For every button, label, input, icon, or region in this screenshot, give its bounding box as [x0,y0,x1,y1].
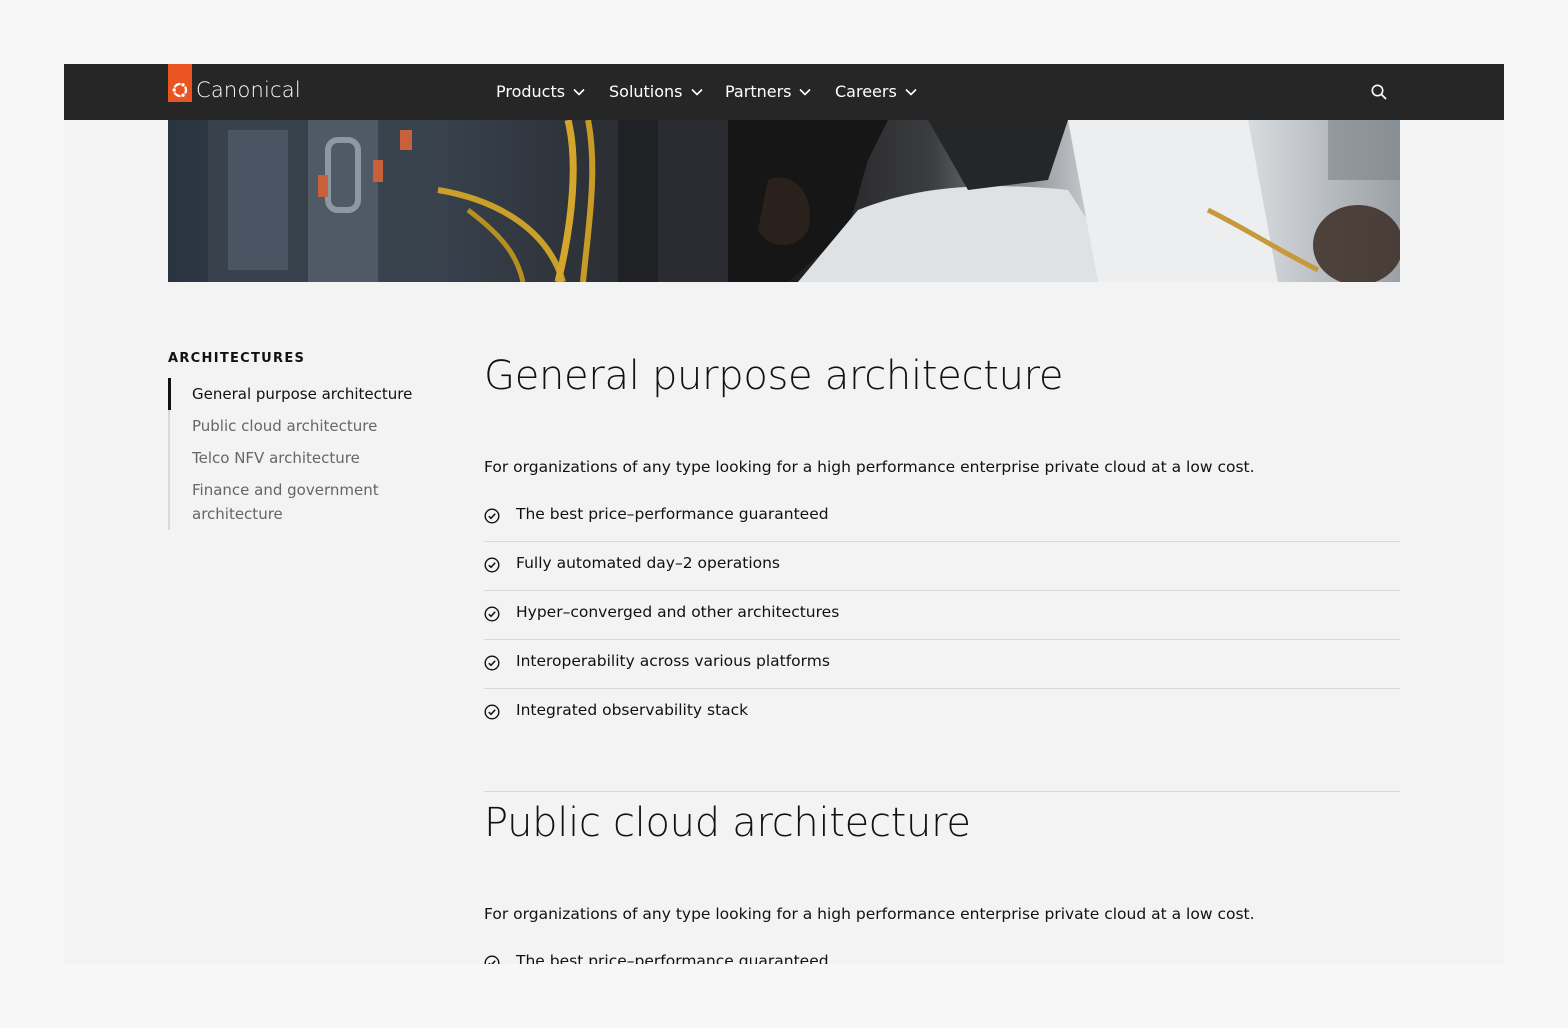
search-button[interactable] [1370,83,1388,106]
sidebar-item-telco-nfv[interactable]: Telco NFV architecture [192,446,422,470]
sidebar-item-general-purpose[interactable]: General purpose architecture [192,382,422,406]
sidebar-heading: ARCHITECTURES [168,351,306,366]
feature-list: The best price–performance guaranteed [484,940,1400,964]
feature-label: Integrated observability stack [516,701,749,719]
chevron-down-icon [799,88,812,96]
chevron-down-icon [573,88,585,96]
feature-label: Hyper–converged and other architectures [516,603,840,621]
sidebar-item-finance-government[interactable]: Finance and government architecture [192,478,392,526]
canonical-logo[interactable] [168,64,192,102]
check-circle-icon [484,557,500,573]
section-description: For organizations of any type looking fo… [484,905,1255,923]
top-navigation: Canonical Products Solutions Partners Ca… [64,64,1504,120]
section-divider [484,791,1400,792]
check-circle-icon [484,655,500,671]
chevron-down-icon [905,88,917,96]
list-item: Fully automated day–2 operations [484,542,1400,591]
list-item: Interoperability across various platform… [484,640,1400,689]
nav-item-label: Solutions [609,82,683,101]
chevron-down-icon [690,88,703,96]
active-indicator [168,378,171,410]
check-circle-icon [484,606,500,622]
nav-item-label: Products [496,82,566,101]
nav-item-label: Partners [725,82,792,101]
section-title-general-purpose: General purpose architecture [484,353,1064,399]
section-description: For organizations of any type looking fo… [484,458,1255,476]
nav-item-careers[interactable]: Careers [835,82,917,101]
feature-list: The best price–performance guaranteed Fu… [484,493,1400,738]
feature-label: The best price–performance guaranteed [516,952,829,964]
check-circle-icon [484,704,500,720]
check-circle-icon [484,955,500,964]
page-frame: Canonical Products Solutions Partners Ca… [64,64,1504,964]
hero-image [168,120,1400,282]
sidebar-nav: General purpose architecture Public clou… [168,378,428,530]
nav-item-label: Careers [835,82,897,101]
feature-label: Interoperability across various platform… [516,652,830,670]
feature-label: The best price–performance guaranteed [516,505,829,523]
feature-label: Fully automated day–2 operations [516,554,781,572]
server-rack-photo [208,120,1400,282]
search-icon [1371,84,1387,100]
section-title-public-cloud: Public cloud architecture [484,800,971,846]
list-item: Integrated observability stack [484,689,1400,738]
list-item: The best price–performance guaranteed [484,493,1400,542]
brand-name[interactable]: Canonical [196,78,301,102]
nav-item-partners[interactable]: Partners [725,82,812,101]
ubuntu-circle-icon [171,82,188,98]
list-item: Hyper–converged and other architectures [484,591,1400,640]
nav-item-products[interactable]: Products [496,82,585,101]
list-item: The best price–performance guaranteed [484,940,1400,964]
check-circle-icon [484,508,500,524]
sidebar-item-public-cloud[interactable]: Public cloud architecture [192,414,422,438]
nav-item-solutions[interactable]: Solutions [609,82,703,101]
